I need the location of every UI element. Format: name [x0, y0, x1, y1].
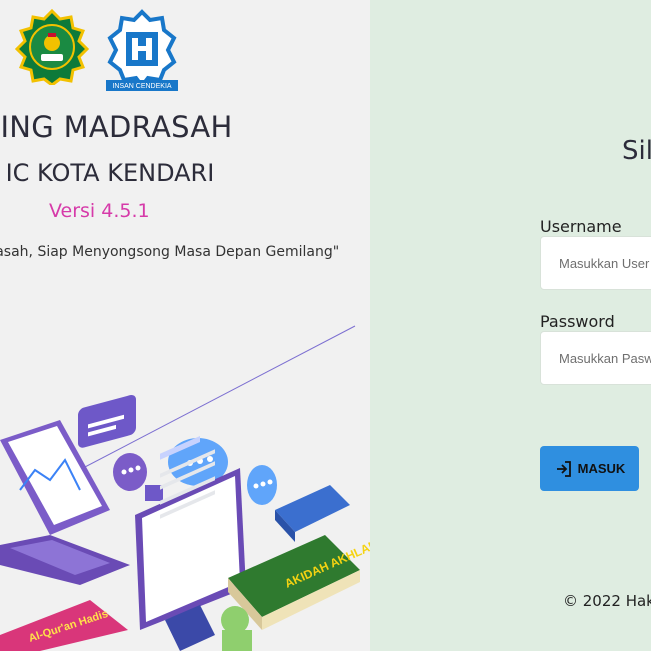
tagline: adrasah, Siap Menyongsong Masa Depan Gem…	[0, 244, 340, 260]
login-button-label: MASUK	[577, 461, 626, 476]
elearning-illustration: AKIDAH AKHLAK Al-Qur'an Hadis	[0, 325, 370, 651]
app-title: RNING MADRASAH	[0, 110, 233, 144]
school-name: N IC KOTA KENDARI	[0, 159, 215, 187]
login-button[interactable]: MASUK	[540, 446, 639, 491]
password-label: Password	[540, 312, 615, 331]
copyright-footer: © 2022 Hak	[563, 592, 651, 610]
username-input[interactable]	[540, 236, 651, 290]
svg-text:INSAN CENDEKIA: INSAN CENDEKIA	[112, 83, 171, 90]
login-heading: Sil	[622, 136, 651, 166]
sign-in-icon	[556, 460, 571, 477]
kemenag-logo	[14, 9, 90, 85]
version-label: Versi 4.5.1	[49, 200, 150, 222]
branding-panel: INSAN CENDEKIA RNING MADRASAH N IC KOTA …	[0, 0, 370, 651]
username-label: Username	[540, 217, 622, 236]
insan-cendekia-logo: INSAN CENDEKIA	[106, 9, 178, 91]
password-input[interactable]	[540, 331, 651, 385]
